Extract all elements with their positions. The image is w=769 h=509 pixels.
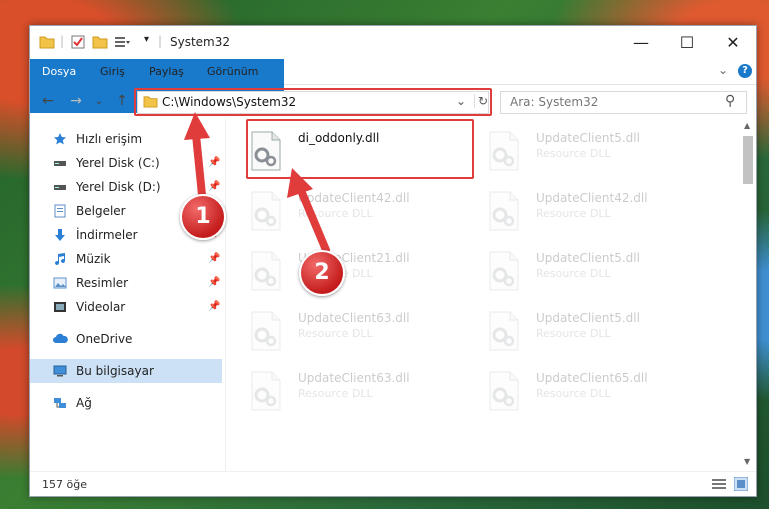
step-badge-2: 2 <box>299 250 345 296</box>
annotation-arrows <box>184 112 330 254</box>
arrow-2 <box>296 184 330 254</box>
arrow-1 <box>192 131 206 199</box>
arrow-2-head <box>287 168 313 198</box>
step-badge-1: 1 <box>180 194 226 240</box>
arrow-1-head <box>184 112 210 140</box>
